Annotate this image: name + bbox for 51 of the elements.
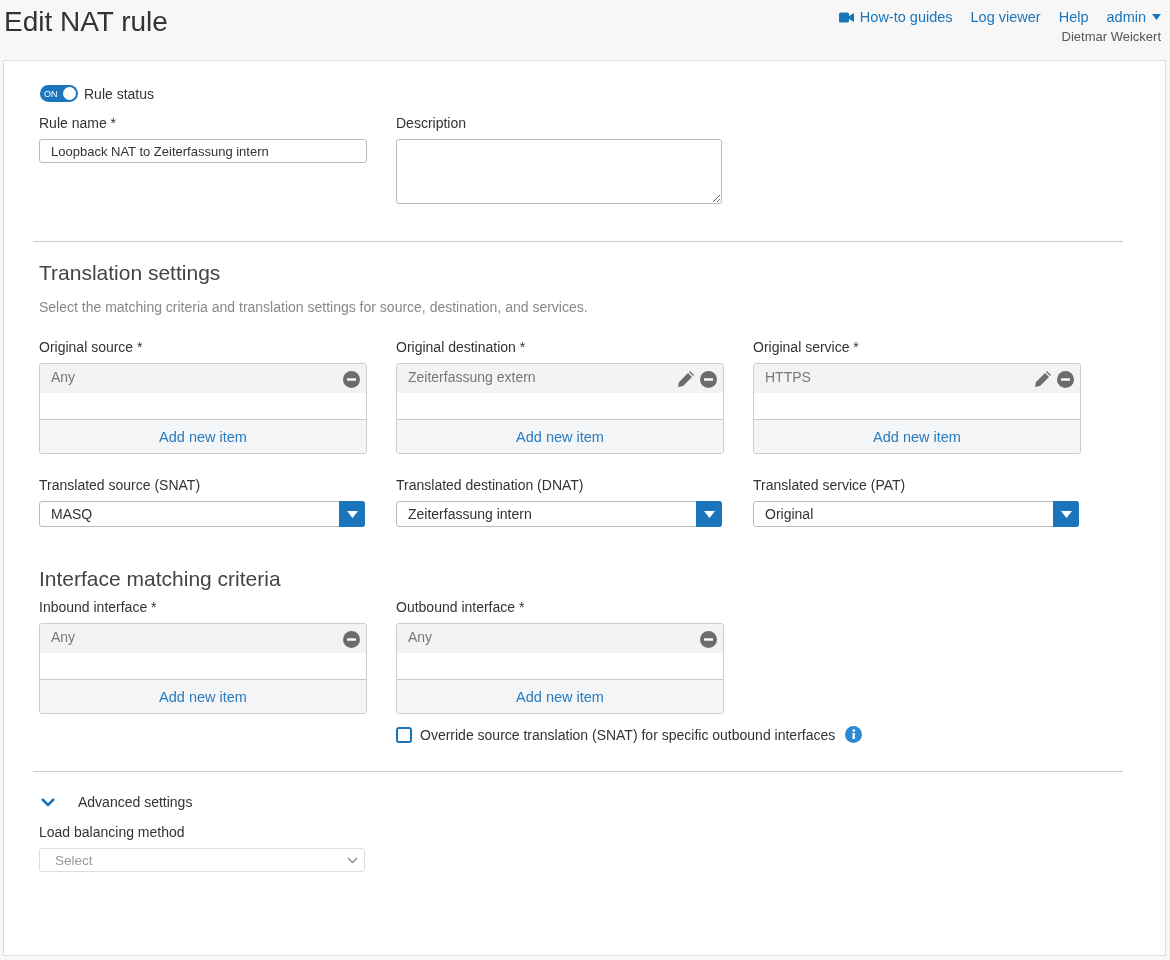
pencil-icon[interactable] <box>677 371 694 388</box>
field-label: Translated destination (DNAT) <box>396 477 585 493</box>
caret-icon <box>1060 510 1072 518</box>
pencil-icon[interactable] <box>1034 371 1051 388</box>
header-link[interactable]: How-to guides <box>838 9 953 25</box>
header-link[interactable]: admin <box>1106 9 1161 25</box>
page-title: Edit NAT rule <box>4 6 168 39</box>
text-field[interactable]: Loopback NAT to Zeiterfassung intern <box>39 139 367 163</box>
field-label: Original service * <box>753 339 860 355</box>
field-label: Translated service (PAT) <box>753 477 907 493</box>
header-link[interactable]: Log viewer <box>970 9 1041 25</box>
add-item-button[interactable]: Add new item <box>397 419 723 453</box>
chevron-down-icon <box>347 856 358 864</box>
info-icon[interactable] <box>845 726 863 743</box>
field-label: Description <box>396 115 468 131</box>
field-label: Inbound interface * <box>39 599 158 615</box>
add-item-button[interactable]: Add new item <box>397 679 723 713</box>
header-link[interactable]: Help <box>1058 9 1089 25</box>
field-label: Original destination * <box>396 339 527 355</box>
remove-icon[interactable] <box>343 371 360 388</box>
dropdown[interactable]: Select <box>39 848 365 872</box>
user-name: Dietmar Weickert <box>1060 29 1161 44</box>
section-toggle-label[interactable]: Advanced settings <box>78 794 193 810</box>
chevron-icon[interactable] <box>41 797 55 807</box>
caret-icon <box>1152 14 1161 20</box>
caret-icon <box>346 510 358 518</box>
field-label: Rule name * <box>39 115 118 131</box>
section-heading: Translation settings <box>39 261 222 285</box>
remove-icon[interactable] <box>343 631 360 648</box>
field-label: Outbound interface * <box>396 599 526 615</box>
remove-icon[interactable] <box>700 371 717 388</box>
toggle-switch[interactable]: ON <box>40 85 78 102</box>
field-label: Original source * <box>39 339 144 355</box>
field-label: Rule status <box>84 85 155 102</box>
section-description: Select the matching criteria and translation settings for source, destination, and services. <box>39 299 589 315</box>
caret-icon <box>703 510 715 518</box>
add-item-button[interactable]: Add new item <box>40 679 366 713</box>
checkbox[interactable] <box>396 726 412 743</box>
add-item-button[interactable]: Add new item <box>40 419 366 453</box>
field-label: Translated source (SNAT) <box>39 477 202 493</box>
add-item-button[interactable]: Add new item <box>754 419 1080 453</box>
remove-icon[interactable] <box>1057 371 1074 388</box>
remove-icon[interactable] <box>700 631 717 648</box>
dropdown[interactable]: MASQ <box>39 501 365 527</box>
textarea-field[interactable] <box>396 139 722 204</box>
video-camera-icon <box>838 11 854 23</box>
dropdown[interactable]: Zeiterfassung intern <box>396 501 722 527</box>
section-heading: Interface matching criteria <box>39 567 282 591</box>
checkbox-label: Override source translation (SNAT) for specific outbound interfaces <box>420 726 836 743</box>
dropdown[interactable]: Original <box>753 501 1079 527</box>
field-label: Load balancing method <box>39 824 186 840</box>
